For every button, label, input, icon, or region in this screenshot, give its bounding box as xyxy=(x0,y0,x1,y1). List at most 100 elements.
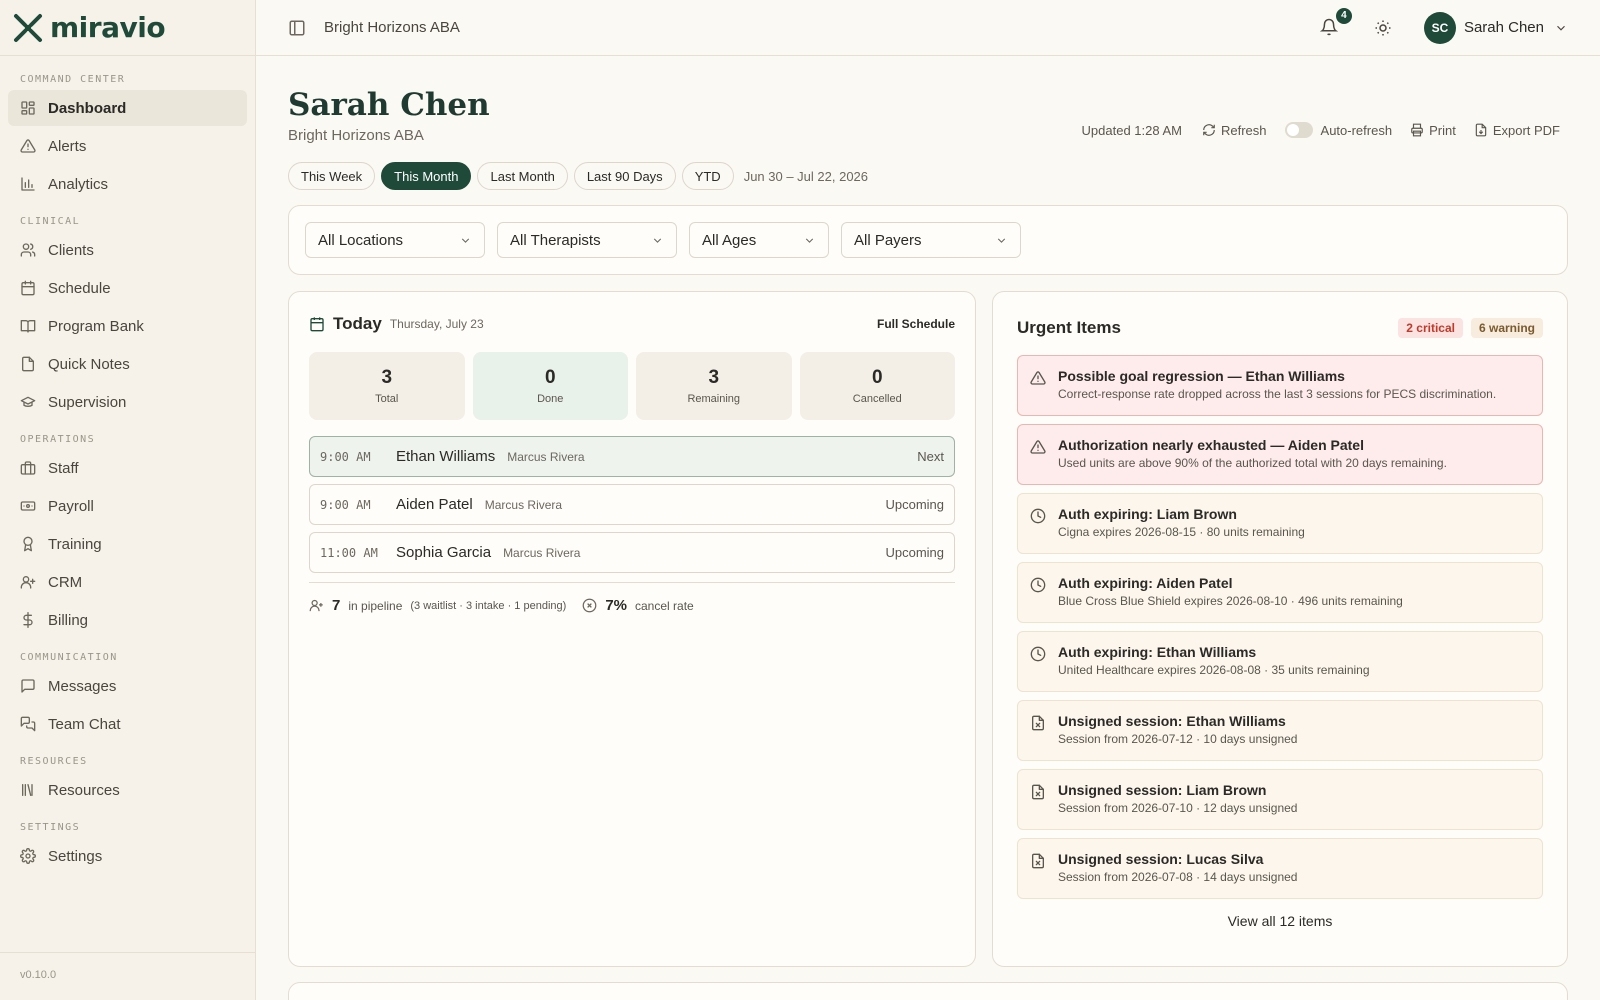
chevron-down-icon[interactable] xyxy=(1554,21,1568,35)
sidebar-item-dashboard[interactable]: Dashboard xyxy=(8,90,247,126)
export-pdf-label: Export PDF xyxy=(1492,122,1560,138)
urgent-item[interactable]: Unsigned session: Lucas Silva Session fro… xyxy=(1017,838,1543,899)
next-section-card xyxy=(288,982,1568,1000)
messages-icon xyxy=(20,716,36,732)
clock-icon xyxy=(1030,577,1046,593)
today-title: Today xyxy=(333,314,382,333)
stat-label: Done xyxy=(537,393,564,405)
urgent-items-title: Urgent Items xyxy=(1017,318,1121,337)
dollar-icon xyxy=(23,612,33,628)
full-schedule-link[interactable]: Full Schedule xyxy=(877,317,955,331)
urgent-item[interactable]: Authorization nearly exhausted — Aiden P… xyxy=(1017,424,1543,485)
urgent-item[interactable]: Unsigned session: Liam Brown Session from… xyxy=(1017,769,1543,830)
theme-toggle-sun-icon[interactable] xyxy=(1374,19,1392,37)
alert-triangle-icon xyxy=(20,138,36,154)
sidebar-item-program-bank[interactable]: Program Bank xyxy=(8,308,247,344)
sidebar-item-label: Payroll xyxy=(48,497,94,515)
divider xyxy=(309,582,955,583)
urgent-item-title: Unsigned session: Lucas Silva xyxy=(1058,851,1264,867)
cancel-rate-value: 7% xyxy=(605,597,627,614)
sidebar-item-crm[interactable]: CRM xyxy=(8,564,247,600)
warning-count-badge: 6 warning xyxy=(1470,318,1543,338)
session-row[interactable]: 11:00 AM Sophia Garcia Marcus Rivera Upcomi… xyxy=(309,532,955,573)
today-stats: 3 Total 0 Done 3 Remaining 0 Cancelled xyxy=(309,352,955,420)
user-name[interactable]: Sarah Chen xyxy=(1464,19,1544,36)
period-ytd-button[interactable]: YTD xyxy=(681,162,734,190)
urgent-item[interactable]: Auth expiring: Aiden Patel Blue Cross Blu… xyxy=(1017,562,1543,623)
session-row[interactable]: 9:00 AM Aiden Patel Marcus Rivera Upcoming xyxy=(309,484,955,525)
session-therapist: Marcus Rivera xyxy=(484,497,563,512)
session-client: Ethan Williams xyxy=(396,448,496,465)
gear-icon xyxy=(20,848,36,864)
library-icon xyxy=(22,784,33,796)
sidebar-item-alerts[interactable]: Alerts xyxy=(8,128,247,164)
clock-icon xyxy=(1030,577,1046,593)
sidebar: miravio COMMAND CENTER Dashboard Alerts Ana… xyxy=(0,0,256,1000)
urgent-item[interactable]: Possible goal regression — Ethan William… xyxy=(1017,355,1543,416)
date-range-text: Jun 30 – Jul 22, 2026 xyxy=(743,168,869,184)
bar-chart-icon xyxy=(21,177,35,191)
export-pdf-button[interactable]: Export PDF xyxy=(1474,123,1560,138)
payer-filter[interactable]: All Payers xyxy=(841,222,1021,258)
notifications-button[interactable]: 4 xyxy=(1319,7,1352,38)
urgent-item-description: Blue Cross Blue Shield expires 2026-08-1… xyxy=(1058,594,1403,608)
sidebar-section-resources: RESOURCES xyxy=(20,756,88,767)
urgent-item[interactable]: Auth expiring: Ethan Williams United Heal… xyxy=(1017,631,1543,692)
x-circle-icon xyxy=(582,598,597,613)
urgent-item[interactable]: Auth expiring: Liam Brown Cigna expires 2… xyxy=(1017,493,1543,554)
session-row[interactable]: 9:00 AM Ethan Williams Marcus Rivera Next xyxy=(309,436,955,477)
urgent-item[interactable]: Unsigned session: Ethan Williams Session … xyxy=(1017,700,1543,761)
sidebar-item-training[interactable]: Training xyxy=(8,526,247,562)
period-selector: This Week This Month Last Month Last 90 Day… xyxy=(288,162,1568,190)
user-plus-icon xyxy=(309,599,323,612)
sidebar-item-label: Billing xyxy=(48,611,89,629)
sidebar-item-staff[interactable]: Staff xyxy=(8,450,247,486)
session-time: 9:00 AM xyxy=(320,449,371,464)
urgent-item-description: United Healthcare expires 2026-08-08 · 3… xyxy=(1058,663,1370,677)
sidebar-item-supervision[interactable]: Supervision xyxy=(8,384,247,420)
period-this-week-button[interactable]: This Week xyxy=(288,162,376,190)
sidebar-nav: COMMAND CENTER Dashboard Alerts Analytics CL… xyxy=(0,56,255,874)
period-last-90-days-button[interactable]: Last 90 Days xyxy=(573,162,676,190)
auto-refresh-toggle[interactable]: Auto-refresh xyxy=(1284,122,1392,138)
sidebar-item-quick-notes[interactable]: Quick Notes xyxy=(8,346,247,382)
period-last-month-button[interactable]: Last Month xyxy=(477,162,568,190)
view-all-items-link[interactable]: View all 12 items xyxy=(1017,913,1543,929)
print-button[interactable]: Print xyxy=(1410,123,1456,138)
sidebar-toggle-icon[interactable] xyxy=(288,19,306,37)
stat-total: 3 Total xyxy=(309,352,465,420)
sidebar-item-schedule[interactable]: Schedule xyxy=(8,270,247,306)
sidebar-item-team-chat[interactable]: Team Chat xyxy=(8,706,247,742)
alert-triangle-icon xyxy=(1030,371,1046,385)
age-filter[interactable]: All Ages xyxy=(689,222,829,258)
file-x-icon xyxy=(1030,853,1046,869)
sidebar-item-billing[interactable]: Billing xyxy=(8,602,247,638)
today-card: Today Thursday, July 23 Full Schedule 3 T… xyxy=(288,291,976,967)
refresh-button[interactable]: Refresh xyxy=(1202,123,1267,138)
period-this-month-button[interactable]: This Month xyxy=(381,162,472,190)
sidebar-item-settings[interactable]: Settings xyxy=(8,838,247,874)
sidebar-item-label: Resources xyxy=(48,781,120,799)
sidebar-item-messages[interactable]: Messages xyxy=(8,668,247,704)
clock-icon xyxy=(1030,508,1046,524)
logo[interactable]: miravio xyxy=(0,0,255,56)
location-filter[interactable]: All Locations xyxy=(305,222,485,258)
header-actions: Updated 1:28 AM Refresh Auto-refresh Pri… xyxy=(1082,122,1560,138)
sidebar-item-payroll[interactable]: Payroll xyxy=(8,488,247,524)
sidebar-item-label: CRM xyxy=(48,573,83,591)
avatar[interactable]: SC xyxy=(1423,11,1456,44)
sidebar-item-analytics[interactable]: Analytics xyxy=(8,166,247,202)
sidebar-item-resources[interactable]: Resources xyxy=(8,772,247,808)
auto-refresh-switch[interactable] xyxy=(1284,122,1313,138)
last-updated-text: Updated 1:28 AM xyxy=(1081,122,1182,138)
sidebar-item-clients[interactable]: Clients xyxy=(8,232,247,268)
stat-done: 0 Done xyxy=(472,352,628,420)
bar-chart-icon xyxy=(20,176,36,192)
session-status: Upcoming xyxy=(885,545,944,560)
therapist-filter[interactable]: All Therapists xyxy=(497,222,677,258)
today-date: Thursday, July 23 xyxy=(389,317,484,331)
bell-icon xyxy=(1319,18,1339,35)
pipeline-summary: 7 in pipeline (3 waitlist · 3 intake · 1… xyxy=(309,597,955,614)
dashboard-icon xyxy=(21,101,35,115)
gear-icon xyxy=(20,848,36,864)
